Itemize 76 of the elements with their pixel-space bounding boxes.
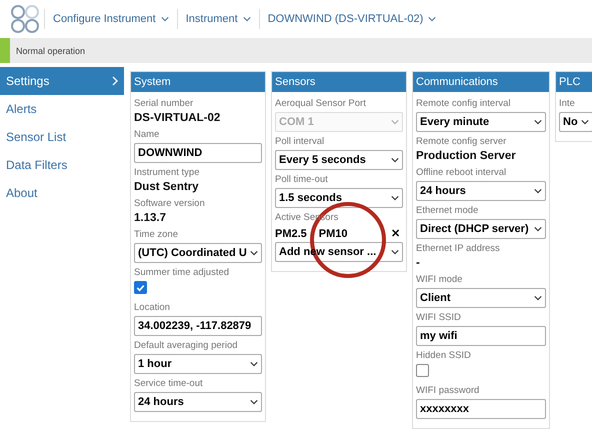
field-label: Ethernet mode xyxy=(416,205,480,216)
field-label: Name xyxy=(134,129,160,140)
field-label: Remote config server xyxy=(416,136,508,147)
sidebar-item[interactable]: Settings xyxy=(0,67,124,95)
field-label: Inte xyxy=(559,98,576,109)
field-label: Ethernet IP address xyxy=(416,243,501,254)
chevron-right-icon xyxy=(112,76,118,86)
field-label: Remote config interval xyxy=(416,98,512,109)
field-value: Production Server xyxy=(416,150,517,162)
chevron-down-icon xyxy=(534,119,542,125)
dropdown[interactable]: 1.5 seconds xyxy=(275,188,403,208)
field-label: WIFI password xyxy=(416,385,480,396)
sidebar-item[interactable]: About xyxy=(0,179,124,207)
dropdown[interactable]: (UTC) Coordinated U xyxy=(134,243,262,263)
panel-header: System xyxy=(131,72,265,92)
dropdown[interactable]: 24 hours xyxy=(134,392,262,412)
checkbox[interactable] xyxy=(416,364,429,377)
chevron-down-icon xyxy=(534,295,542,301)
chevron-down-icon xyxy=(391,157,399,163)
sidebar-item[interactable]: Data Filters xyxy=(0,151,124,179)
field-label: WIFI SSID xyxy=(416,312,462,323)
dropdown[interactable]: Every minute xyxy=(416,112,546,132)
breadcrumb-dropdown[interactable]: Configure Instrument xyxy=(44,9,177,29)
panel-header: PLC xyxy=(556,72,592,92)
dropdown[interactable]: 24 hours xyxy=(416,181,546,201)
field-label: Poll interval xyxy=(275,136,326,147)
remove-button[interactable]: ✕ xyxy=(391,227,400,240)
chevron-down-icon xyxy=(391,249,399,255)
field-label: Serial number xyxy=(134,98,194,109)
field-value: - xyxy=(416,257,421,269)
chevron-down-icon xyxy=(391,119,399,125)
sidebar-item[interactable]: Sensor List xyxy=(0,123,124,151)
field-value: 1.13.7 xyxy=(134,212,167,224)
sensor-tag: PM2.5 xyxy=(275,228,307,240)
field-label: WIFI mode xyxy=(416,274,464,285)
dropdown[interactable]: 1 hour xyxy=(134,354,262,374)
input-field[interactable]: xxxxxxxx xyxy=(416,399,546,419)
chevron-down-icon xyxy=(160,16,169,22)
panel-header: Communications xyxy=(413,72,549,92)
field-label: Poll time-out xyxy=(275,174,329,185)
field-value: Dust Sentry xyxy=(134,181,200,193)
checkbox[interactable] xyxy=(134,281,147,294)
dropdown[interactable]: Direct (DHCP server) xyxy=(416,219,546,239)
dropdown[interactable]: Client xyxy=(416,288,546,308)
field-label: Hidden SSID xyxy=(416,350,472,361)
field-label: Summer time adjusted xyxy=(134,267,230,278)
chevron-down-icon xyxy=(250,250,258,256)
sensor-tag: PM10 xyxy=(318,228,348,240)
field-label: Default averaging period xyxy=(134,340,239,351)
field-label: Instrument type xyxy=(134,167,200,178)
chevron-down-icon xyxy=(534,226,542,232)
input-field[interactable]: my wifi xyxy=(416,326,546,346)
field-label: Time zone xyxy=(134,229,179,240)
field-label: Location xyxy=(134,302,171,313)
chevron-down-icon xyxy=(428,16,436,22)
chevron-down-icon xyxy=(581,119,589,125)
sidebar-item[interactable]: Alerts xyxy=(0,95,124,123)
input-field[interactable]: DOWNWIND xyxy=(134,143,262,163)
chevron-down-icon xyxy=(250,399,258,405)
breadcrumb-dropdown[interactable]: DOWNWIND (DS-VIRTUAL-02) xyxy=(258,9,444,29)
input-field[interactable]: 34.002239, -117.82879 xyxy=(134,316,262,336)
breadcrumb-dropdown[interactable]: Instrument xyxy=(176,9,259,29)
field-value: DS-VIRTUAL-02 xyxy=(134,112,222,124)
dropdown[interactable]: Every 5 seconds xyxy=(275,150,403,170)
logo-icon xyxy=(10,4,40,34)
field-label: Service time-out xyxy=(134,378,204,389)
field-label: Aeroqual Sensor Port xyxy=(275,98,367,109)
chevron-down-icon xyxy=(250,361,258,367)
dropdown[interactable]: No xyxy=(559,112,592,132)
chevron-down-icon xyxy=(242,16,251,22)
status-text: Normal operation xyxy=(16,46,86,56)
field-label: Offline reboot interval xyxy=(416,167,508,178)
chevron-down-icon xyxy=(391,195,399,201)
panel-header: Sensors xyxy=(272,72,406,92)
chevron-down-icon xyxy=(534,188,542,194)
field-label: Software version xyxy=(134,198,206,209)
